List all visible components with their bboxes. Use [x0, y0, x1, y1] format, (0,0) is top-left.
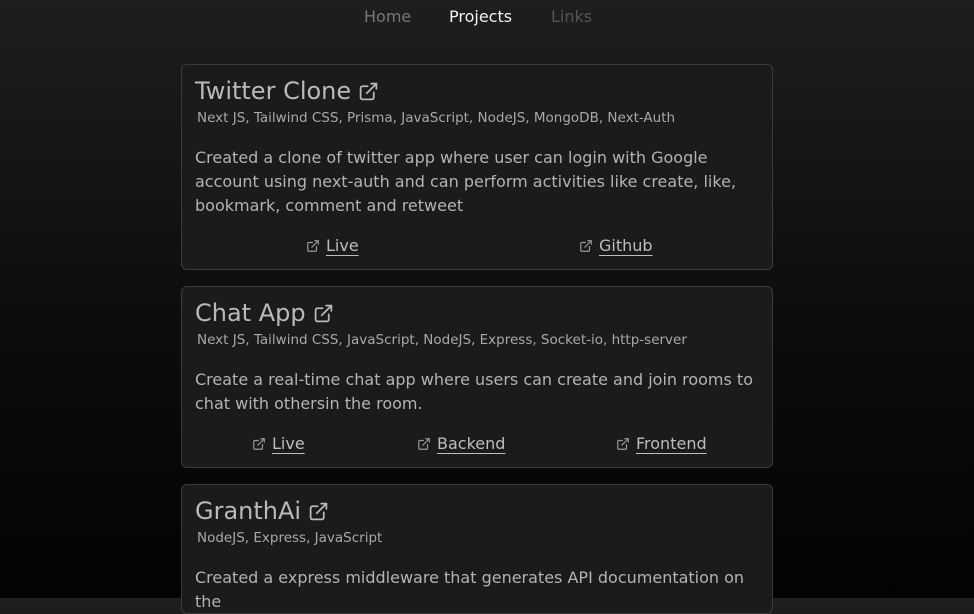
project-title[interactable]: GranthAi: [195, 497, 329, 525]
github-link-label: Github: [599, 236, 653, 255]
frontend-link-label: Frontend: [636, 434, 707, 453]
project-tech-stack: NodeJS, Express, JavaScript: [197, 530, 383, 546]
project-description: Created a clone of twitter app where use…: [195, 148, 736, 215]
nav-links[interactable]: Links: [551, 7, 592, 26]
project-title[interactable]: Twitter Clone: [195, 77, 379, 105]
project-card-granthai: GranthAi NodeJS, Express, JavaScript Cre…: [181, 484, 773, 614]
live-link[interactable]: Live: [306, 236, 359, 255]
external-link-icon[interactable]: [358, 81, 379, 102]
github-link[interactable]: Github: [579, 236, 653, 255]
project-description: Create a real-time chat app where users …: [195, 370, 753, 413]
external-link-icon: [418, 437, 430, 450]
external-link-icon: [617, 437, 629, 450]
external-link-icon: [253, 437, 265, 450]
nav-projects[interactable]: Projects: [449, 7, 512, 26]
external-link-icon: [307, 239, 319, 252]
project-title[interactable]: Chat App: [195, 299, 334, 327]
external-link-icon[interactable]: [308, 501, 329, 522]
project-title-text: Twitter Clone: [195, 77, 352, 105]
project-card-chat-app: Chat App Next JS, Tailwind CSS, JavaScri…: [181, 286, 773, 468]
project-title-text: Chat App: [195, 299, 306, 327]
top-nav: Home Projects Links: [0, 0, 974, 34]
project-card-twitter-clone: Twitter Clone Next JS, Tailwind CSS, Pri…: [181, 64, 773, 270]
project-title-text: GranthAi: [195, 497, 302, 525]
live-link[interactable]: Live: [252, 434, 305, 453]
external-link-icon[interactable]: [313, 303, 334, 324]
nav-home[interactable]: Home: [364, 7, 411, 26]
live-link-label: Live: [272, 434, 305, 453]
project-tech-stack: Next JS, Tailwind CSS, Prisma, JavaScrip…: [197, 110, 676, 126]
external-link-icon: [580, 239, 592, 252]
backend-link-label: Backend: [437, 434, 506, 453]
project-tech-stack: Next JS, Tailwind CSS, JavaScript, NodeJ…: [197, 332, 687, 348]
backend-link[interactable]: Backend: [417, 434, 505, 453]
frontend-link[interactable]: Frontend: [616, 434, 707, 453]
project-description: Created a express middleware that genera…: [195, 568, 745, 611]
live-link-label: Live: [326, 236, 359, 255]
